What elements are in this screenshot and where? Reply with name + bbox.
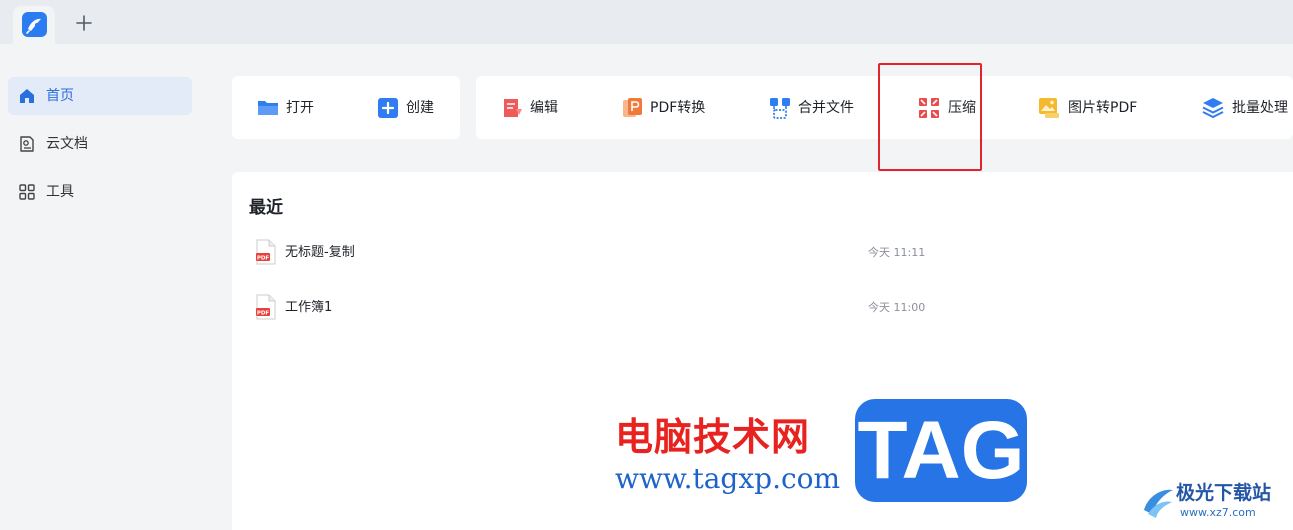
watermark-site-name: 电脑技术网 [615, 415, 811, 459]
app-logo-icon [22, 12, 47, 37]
sidebar-item-home[interactable]: 首页 [8, 77, 192, 115]
edit-button[interactable]: 编辑 [502, 76, 572, 139]
sidebar: 首页 云文档 工具 [0, 44, 200, 530]
sidebar-item-tools[interactable]: 工具 [8, 173, 192, 211]
create-button[interactable]: 创建 [377, 76, 457, 139]
compress-button[interactable]: 压缩 [918, 76, 998, 139]
batch-process-label: 批量处理 [1232, 100, 1288, 116]
folder-open-icon [257, 97, 279, 119]
compress-icon [918, 97, 940, 119]
create-plus-icon [377, 97, 398, 118]
compress-label: 压缩 [948, 100, 976, 116]
image-to-pdf-button[interactable]: 图片转PDF [1038, 76, 1158, 139]
sidebar-item-cloud-docs[interactable]: 云文档 [8, 125, 192, 163]
tools-grid-icon [18, 183, 36, 201]
app-tab[interactable] [13, 6, 55, 44]
watermark-tag-logo: TAG [855, 399, 1027, 502]
edit-icon [502, 97, 524, 119]
aurora-logo-icon [1140, 480, 1176, 520]
home-icon [18, 87, 36, 105]
pdf-file-icon: PDF [256, 239, 276, 265]
sidebar-item-label: 云文档 [46, 136, 88, 152]
watermark-badge-url: www.xz7.com [1180, 506, 1256, 519]
file-name: 工作簿1 [285, 300, 333, 315]
open-label: 打开 [286, 100, 314, 116]
pdf-convert-button[interactable]: PDF转换 [622, 76, 722, 139]
title-bar [0, 0, 1293, 44]
quick-actions-card: 打开 创建 [232, 76, 460, 139]
batch-process-button[interactable]: 批量处理 [1202, 76, 1293, 139]
cloud-document-icon [18, 135, 36, 153]
open-button[interactable]: 打开 [257, 76, 347, 139]
batch-process-icon [1202, 97, 1224, 119]
watermark-badge: 极光下载站 www.xz7.com [1140, 478, 1286, 522]
new-tab-button[interactable] [74, 13, 94, 33]
svg-text:PDF: PDF [257, 255, 270, 261]
sidebar-item-label: 首页 [46, 88, 74, 104]
watermark-badge-name: 极光下载站 [1176, 482, 1272, 504]
recent-file-row[interactable]: PDF 工作簿1 今天 11:00 [232, 286, 1293, 330]
file-name: 无标题-复制 [285, 245, 355, 260]
create-label: 创建 [406, 100, 434, 116]
recent-title: 最近 [249, 198, 283, 218]
merge-files-label: 合并文件 [798, 100, 854, 116]
recent-file-row[interactable]: PDF 无标题-复制 今天 11:11 [232, 231, 1293, 275]
merge-files-icon [769, 97, 791, 119]
plus-icon [76, 15, 92, 31]
sidebar-item-label: 工具 [46, 184, 74, 200]
image-to-pdf-label: 图片转PDF [1068, 100, 1138, 116]
edit-label: 编辑 [530, 100, 558, 116]
svg-text:PDF: PDF [257, 310, 270, 316]
file-time: 今天 11:00 [868, 301, 926, 314]
image-to-pdf-icon [1038, 97, 1060, 119]
pdf-convert-label: PDF转换 [650, 100, 706, 116]
watermark-site-url: www.tagxp.com [615, 462, 841, 495]
tools-card: 编辑 PDF转换 合并文件 压缩 图片转PDF 批量处理 [476, 76, 1293, 139]
file-time: 今天 11:11 [868, 246, 926, 259]
merge-files-button[interactable]: 合并文件 [769, 76, 869, 139]
pdf-file-icon: PDF [256, 294, 276, 320]
pdf-convert-icon [622, 97, 644, 119]
